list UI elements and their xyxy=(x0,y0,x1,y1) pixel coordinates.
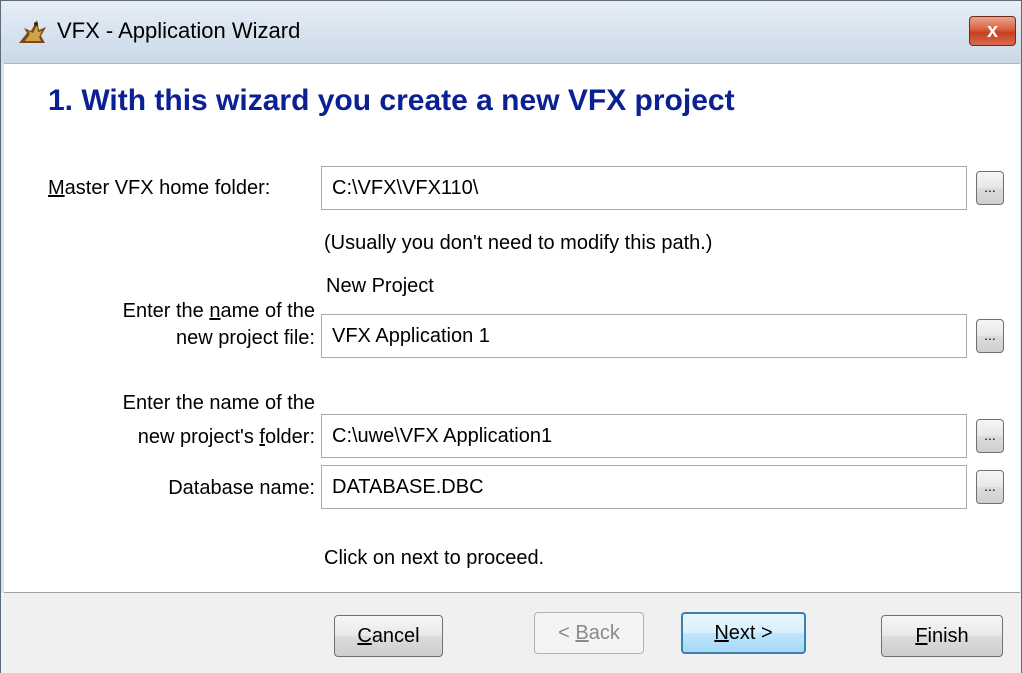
title-bar[interactable]: VFX - Application Wizard x xyxy=(1,1,1021,64)
database-browse-button[interactable]: ... xyxy=(976,470,1004,504)
finish-mnemonic: F xyxy=(915,625,928,647)
finish-label: inish xyxy=(927,625,969,647)
next-mnemonic: N xyxy=(714,622,729,644)
page-title: 1. With this wizard you create a new VFX… xyxy=(48,84,735,117)
master-folder-input[interactable] xyxy=(322,167,966,209)
project-file-label-rest: ame of the xyxy=(220,300,315,322)
master-folder-label: Master VFX home folder: xyxy=(48,176,270,200)
back-prefix: < xyxy=(558,622,576,644)
project-folder-field[interactable] xyxy=(321,414,967,458)
project-file-label-prefix: Enter the xyxy=(122,300,210,322)
project-folder-browse-button[interactable]: ... xyxy=(976,419,1004,453)
back-mnemonic: B xyxy=(575,622,589,644)
instruction-text: Click on next to proceed. xyxy=(324,547,545,569)
vfx-app-icon xyxy=(19,20,46,43)
project-folder-input[interactable] xyxy=(322,415,966,457)
close-icon: x xyxy=(986,20,999,42)
new-project-caption: New Project xyxy=(326,275,434,297)
finish-button[interactable]: Finish xyxy=(881,615,1003,657)
project-folder-label-prefix: new project's xyxy=(137,426,260,448)
back-label: ack xyxy=(588,622,620,644)
cancel-button[interactable]: Cancel xyxy=(334,615,443,657)
project-file-input[interactable] xyxy=(322,315,966,357)
button-bar: Cancel < Back Next > Finish xyxy=(1,593,1021,673)
master-folder-browse-button[interactable]: ... xyxy=(976,171,1004,205)
database-label: Database name: xyxy=(168,477,315,499)
project-folder-label-line2: new project's folder: xyxy=(138,425,315,449)
back-button[interactable]: < Back xyxy=(534,612,644,654)
wizard-content-panel: 1. With this wizard you create a new VFX… xyxy=(4,64,1020,593)
next-button[interactable]: Next > xyxy=(681,612,806,654)
cancel-label: ancel xyxy=(371,625,420,647)
database-field[interactable] xyxy=(321,465,967,509)
wizard-window: VFX - Application Wizard x 1. With this … xyxy=(0,0,1022,673)
project-folder-label-line1: Enter the name of the xyxy=(122,392,315,414)
master-folder-label-text: aster VFX home folder: xyxy=(64,177,271,199)
project-folder-label-rest: older: xyxy=(264,426,315,448)
window-right-frame xyxy=(1020,63,1021,593)
close-button[interactable]: x xyxy=(969,16,1016,46)
project-file-field[interactable] xyxy=(321,314,967,358)
next-label: ext > xyxy=(728,622,773,644)
database-input[interactable] xyxy=(322,466,966,508)
project-file-browse-button[interactable]: ... xyxy=(976,319,1004,353)
project-file-label-line1: Enter the name of the xyxy=(123,299,315,323)
master-folder-field[interactable] xyxy=(321,166,967,210)
master-folder-hint: (Usually you don't need to modify this p… xyxy=(324,232,713,254)
cancel-mnemonic: C xyxy=(357,625,372,647)
project-file-label-line2: new project file: xyxy=(176,327,315,349)
project-file-label-mnemonic: n xyxy=(209,300,221,322)
window-title: VFX - Application Wizard xyxy=(57,18,301,43)
master-folder-label-mnemonic: M xyxy=(48,177,65,199)
